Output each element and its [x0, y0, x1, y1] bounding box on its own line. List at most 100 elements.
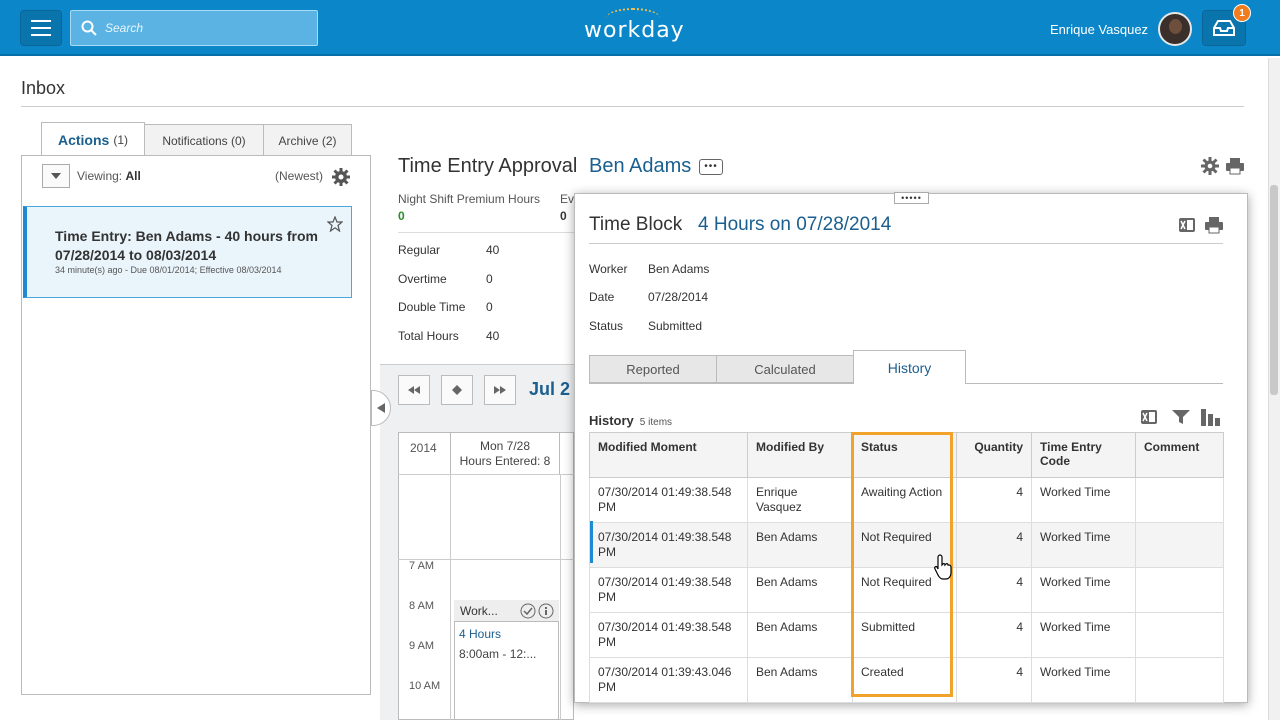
calendar-divider — [398, 474, 574, 475]
print-icon[interactable] — [1204, 216, 1224, 234]
hours-value-total: 40 — [486, 329, 500, 343]
menu-button[interactable] — [20, 10, 62, 46]
column-header[interactable]: Quantity — [956, 432, 1032, 478]
table-row[interactable]: 07/30/2014 01:49:38.548 PM Enrique Vasqu… — [589, 477, 1224, 523]
hours-value-regular: 40 — [486, 243, 500, 257]
night-shift-value: 0 — [398, 209, 405, 223]
hours-value-overtime: 0 — [486, 272, 493, 286]
cell-modified-moment: 07/30/2014 01:49:38.548 PM — [589, 567, 748, 613]
evening-label: Ev — [560, 192, 575, 206]
cell-quantity: 4 — [956, 477, 1032, 523]
sort-order[interactable]: (Newest) — [275, 169, 323, 183]
inbox-item-subtitle: 34 minute(s) ago - Due 08/01/2014; Effec… — [55, 265, 282, 275]
field-value-worker[interactable]: Ben Adams — [648, 262, 709, 276]
calendar-next-button[interactable] — [484, 375, 516, 405]
drag-handle[interactable]: ••••• — [894, 192, 929, 204]
cell-status: Submitted — [852, 612, 957, 658]
hours-value-double-time: 0 — [486, 300, 493, 314]
column-header[interactable]: Status — [852, 432, 957, 478]
viewing-dropdown[interactable] — [42, 164, 70, 188]
check-info-icon — [520, 603, 554, 619]
scrollbar-thumb[interactable] — [1270, 185, 1278, 395]
cell-time-entry-code: Worked Time — [1031, 657, 1136, 703]
time-entry-title: Time Entry Approval — [398, 155, 578, 177]
row-hover-marker — [590, 521, 593, 563]
field-value-date: 07/28/2014 — [648, 290, 709, 304]
tab-archive[interactable]: Archive (2) — [263, 124, 352, 156]
gear-icon[interactable] — [332, 168, 350, 186]
tab-reported[interactable]: Reported — [589, 355, 717, 383]
hours-label-total: Total Hours — [398, 329, 459, 343]
calendar-time: 9 AM — [409, 640, 435, 652]
viewing-filter: Viewing: All — [77, 169, 141, 183]
cell-modified-by[interactable]: Ben Adams — [747, 612, 853, 658]
tab-notifications[interactable]: Notifications (0) — [144, 124, 264, 156]
evening-value: 0 — [560, 209, 567, 223]
time-block-range: 8:00am - 12:... — [459, 647, 537, 661]
tab-calculated[interactable]: Calculated — [716, 355, 854, 383]
search-placeholder: Search — [105, 21, 144, 35]
cell-time-entry-code: Worked Time — [1031, 612, 1136, 658]
calendar-prev-button[interactable] — [398, 375, 430, 405]
cell-quantity: 4 — [956, 657, 1032, 703]
worker-link[interactable]: Ben Adams — [589, 155, 691, 178]
inbox-item-title: Time Entry: Ben Adams - 40 hours from 07… — [55, 228, 318, 263]
calendar-today-button[interactable] — [441, 375, 473, 405]
cell-comment — [1135, 477, 1224, 523]
cell-modified-by[interactable]: Ben Adams — [747, 522, 853, 568]
field-label-date: Date — [589, 290, 615, 304]
filter-icon[interactable] — [1171, 408, 1191, 426]
double-chevron-left-icon — [408, 386, 420, 394]
star-icon[interactable] — [327, 216, 343, 232]
cell-modified-by[interactable]: Ben Adams — [747, 657, 853, 703]
cell-comment — [1135, 567, 1224, 613]
table-row[interactable]: 07/30/2014 01:49:38.548 PM Ben Adams Not… — [589, 567, 1224, 613]
cell-time-entry-code: Worked Time — [1031, 567, 1136, 613]
tab-actions[interactable]: Actions (1) — [41, 122, 145, 156]
column-header[interactable]: Modified By — [747, 432, 853, 478]
table-row[interactable]: 07/30/2014 01:49:38.548 PM Ben Adams Not… — [589, 522, 1224, 568]
notification-badge: 1 — [1233, 4, 1251, 22]
cell-modified-moment: 07/30/2014 01:49:38.548 PM — [589, 477, 748, 523]
excel-icon[interactable] — [1178, 216, 1196, 234]
chart-icon[interactable] — [1200, 407, 1224, 427]
cell-comment — [1135, 657, 1224, 703]
avatar[interactable] — [1158, 12, 1192, 46]
chevron-left-icon — [377, 403, 385, 413]
inbox-icon — [1213, 20, 1235, 36]
popup-subtitle: 4 Hours on 07/28/2014 — [698, 214, 892, 235]
cell-modified-moment: 07/30/2014 01:49:38.548 PM — [589, 522, 748, 568]
cell-modified-by[interactable]: Ben Adams — [747, 567, 853, 613]
menu-icon — [31, 20, 51, 22]
print-icon[interactable] — [1225, 157, 1245, 175]
night-shift-label: Night Shift Premium Hours — [398, 192, 541, 206]
cell-comment — [1135, 522, 1224, 568]
column-header[interactable]: Comment — [1135, 432, 1224, 478]
search-input[interactable]: Search — [70, 10, 318, 46]
divider — [589, 243, 1223, 244]
column-header[interactable]: Time Entry Code — [1031, 432, 1136, 478]
calendar-divider — [450, 474, 451, 720]
related-actions-button[interactable]: ••• — [699, 159, 723, 175]
calendar-divider — [560, 474, 561, 720]
gear-icon[interactable] — [1201, 157, 1219, 175]
cell-time-entry-code: Worked Time — [1031, 477, 1136, 523]
chevron-down-icon — [51, 173, 61, 179]
column-header[interactable]: Modified Moment — [589, 432, 748, 478]
cell-quantity: 4 — [956, 522, 1032, 568]
history-label: History 5 items — [589, 413, 673, 428]
calendar-day-header[interactable]: Mon 7/28 Hours Entered: 8 — [450, 432, 560, 474]
workday-logo[interactable]: workday — [584, 18, 685, 43]
table-row[interactable]: 07/30/2014 01:39:43.046 PM Ben Adams Cre… — [589, 657, 1224, 703]
calendar-year: 2014 — [410, 441, 437, 455]
time-block-hours[interactable]: 4 Hours — [459, 627, 501, 641]
calendar-month: Jul 2 — [529, 379, 571, 399]
user-name[interactable]: Enrique Vasquez — [1050, 22, 1148, 37]
cell-modified-by[interactable]: Enrique Vasquez — [747, 477, 853, 523]
excel-icon[interactable] — [1140, 408, 1158, 426]
hours-label-overtime: Overtime — [398, 272, 447, 286]
diamond-icon — [452, 385, 462, 395]
tab-history[interactable]: History — [853, 350, 966, 384]
table-row[interactable]: 07/30/2014 01:49:38.548 PM Ben Adams Sub… — [589, 612, 1224, 658]
field-label-status: Status — [589, 319, 624, 333]
